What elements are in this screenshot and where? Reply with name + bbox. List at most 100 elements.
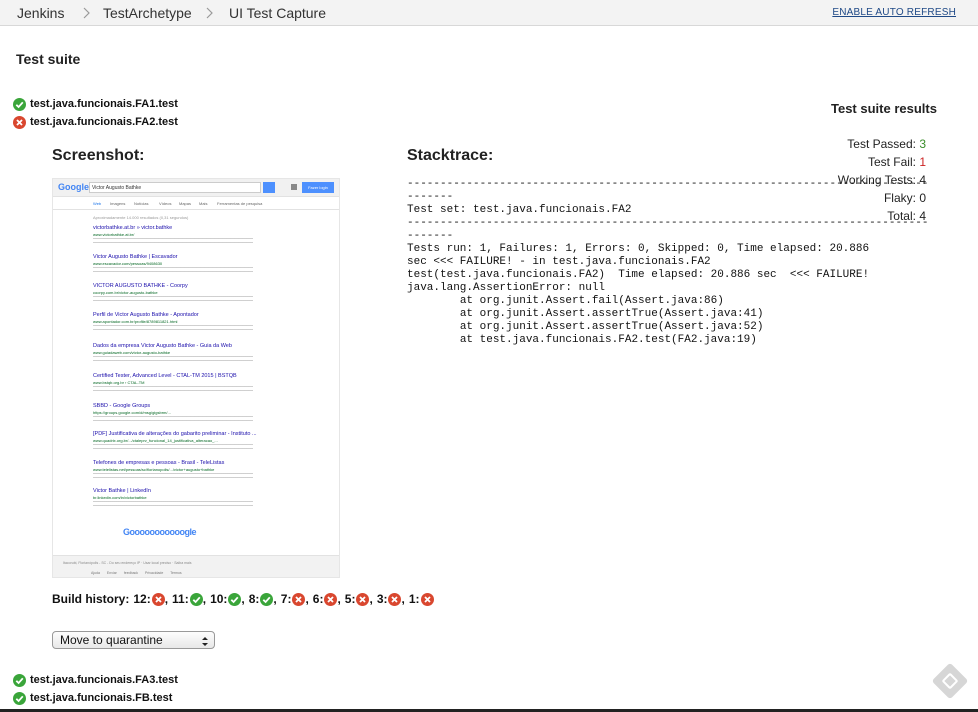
thumb-footer-links: Ajuda Enviar feedback Privacidade Termos	[91, 571, 182, 575]
test-row[interactable]: test.java.funcionais.FB.test	[13, 690, 172, 706]
thumb-result-url: www.escavador.com/pessoas/9408630	[93, 261, 163, 266]
stat-fail: Test Fail: 1	[868, 155, 926, 169]
thumb-result-url: www.victorbathke.at.br/	[93, 232, 135, 237]
test-row[interactable]: test.java.funcionais.FA1.test	[13, 96, 178, 112]
build-number: 10:	[210, 592, 228, 606]
thumb-result: Telefones de empresas e pessoas - Brasil…	[93, 460, 263, 481]
thumb-tab: Ferramentas de pesquisa	[217, 201, 263, 206]
breadcrumb-jenkins[interactable]: Jenkins	[17, 5, 64, 21]
build-history-item[interactable]: 5:	[345, 592, 370, 606]
thumb-pager: Gooooooooooogle	[123, 527, 196, 537]
x-circle-icon	[13, 115, 26, 129]
stat-label: Flaky:	[883, 191, 916, 205]
stat-passed: Test Passed: 3	[847, 137, 926, 151]
build-history-separator: ,	[241, 592, 245, 606]
thumb-result: Victor Augusto Bathke | Escavador www.es…	[93, 254, 263, 275]
x-circle-icon	[356, 592, 370, 606]
stat-label: Test Passed:	[847, 137, 916, 151]
build-number: 11:	[172, 592, 189, 606]
thumb-tab: Vídeos	[159, 201, 172, 206]
thumb-result-snippet	[93, 267, 253, 275]
breadcrumb-testarchetype[interactable]: TestArchetype	[103, 5, 192, 21]
build-history-separator: ,	[202, 592, 207, 606]
thumb-footer-location: Itacorubi, Florianópolis - SC - Do seu e…	[63, 561, 192, 565]
build-history-item[interactable]: 7:	[281, 592, 306, 606]
build-history: Build history: 12:, 11:, 10:, 8:, 7:, 6:, 5:, 3…	[52, 591, 434, 607]
enable-auto-refresh-link[interactable]: ENABLE AUTO REFRESH	[832, 7, 956, 18]
stat-value: 3	[919, 137, 926, 151]
build-history-separator: ,	[337, 592, 341, 606]
build-history-item[interactable]: 6:	[313, 592, 338, 606]
build-history-item[interactable]: 1:	[409, 592, 434, 606]
build-number: 1:	[408, 592, 420, 606]
build-number: 7:	[280, 592, 292, 606]
thumb-result-url: www.bstqb.org.br › CTAL-TM	[93, 380, 145, 385]
thumb-result-snippet	[93, 501, 253, 509]
thumb-result-snippet	[93, 356, 253, 364]
thumb-result-title: Dados da empresa Victor Augusto Bathke -…	[93, 343, 232, 349]
quarantine-select-value: Move to quarantine	[60, 633, 163, 647]
build-number: 6:	[312, 592, 324, 606]
test-name: test.java.funcionais.FB.test	[30, 692, 173, 704]
thumb-result-snippet	[93, 416, 253, 424]
thumb-result-title: Victor Augusto Bathke | Escavador	[93, 254, 178, 260]
screenshot-thumbnail[interactable]: Google Victor Augusto Bathke Fazer login…	[52, 178, 340, 578]
thumb-result: Victor Bathke | LinkedIn br.linkedin.com…	[93, 488, 263, 509]
thumb-result-snippet	[93, 386, 253, 394]
check-circle-icon	[13, 97, 26, 111]
test-name: test.java.funcionais.FA1.test	[30, 98, 178, 110]
build-history-item[interactable]: 10:	[210, 592, 242, 606]
thumb-result: Certified Tester, Advanced Level - CTAL-…	[93, 373, 263, 394]
stat-label: Test Fail:	[867, 155, 916, 169]
page-title: Test suite	[16, 51, 81, 67]
breadcrumb: Jenkins TestArchetype UI Test Capture EN…	[0, 0, 978, 26]
breadcrumb-ui-test-capture[interactable]: UI Test Capture	[229, 5, 326, 21]
thumb-result-url: https://groups.google.com/d/msg/gigsbrm/…	[93, 410, 171, 415]
build-history-item[interactable]: 11:	[172, 592, 203, 606]
build-history-item[interactable]: 8:	[249, 592, 274, 606]
thumb-tab: Notícias	[134, 201, 149, 206]
thumb-pager-text: Gooooooooooogle	[123, 527, 196, 537]
thumb-result-snippet	[93, 325, 253, 333]
test-row[interactable]: test.java.funcionais.FA2.test	[13, 114, 178, 130]
thumb-header: Google Victor Augusto Bathke Fazer login	[53, 179, 339, 197]
build-history-list: 12:, 11:, 10:, 8:, 7:, 6:, 5:, 3:, 1:	[133, 592, 434, 606]
thumb-result-url: www.telelistas.net/pessoas/sc/florianopo…	[93, 467, 215, 472]
build-history-separator: ,	[401, 592, 405, 606]
thumb-result-title: victorbathke.at.br » victor.bathke	[93, 225, 173, 231]
jenkins-corner-icon	[931, 662, 969, 700]
select-arrows-icon	[201, 635, 209, 651]
screenshot-heading: Screenshot:	[52, 147, 145, 164]
build-history-item[interactable]: 3:	[377, 592, 402, 606]
x-circle-icon	[388, 592, 402, 606]
apps-grid-icon	[291, 184, 297, 190]
build-history-item[interactable]: 12:	[133, 592, 165, 606]
thumb-result-url: www.guiadaweb.com/victor-augusto-bathke	[93, 350, 171, 355]
test-name: test.java.funcionais.FA2.test	[30, 116, 178, 128]
thumb-result-title: Certified Tester, Advanced Level - CTAL-…	[93, 373, 237, 379]
check-circle-icon	[189, 592, 203, 606]
x-circle-icon	[420, 592, 434, 606]
check-circle-icon	[13, 673, 26, 687]
stat-value: 0	[919, 191, 926, 205]
stat-value: 1	[919, 155, 926, 169]
check-circle-icon	[228, 592, 242, 606]
google-logo-text: Google	[58, 182, 89, 192]
test-name: test.java.funcionais.FA3.test	[30, 674, 178, 686]
thumb-result: victorbathke.at.br » victor.bathke www.v…	[93, 225, 263, 246]
stacktrace-text: ----------------------------------------…	[407, 178, 929, 346]
thumb-result-title: [PDF] Justificativa de alterações do gab…	[93, 431, 257, 437]
check-circle-icon	[260, 592, 274, 606]
test-row[interactable]: test.java.funcionais.FA3.test	[13, 672, 178, 688]
build-number: 5:	[344, 592, 356, 606]
thumb-result-snippet	[93, 238, 253, 246]
thumb-result-url: www.quadrix.org.br/.../ctaleprv_funciona…	[93, 438, 218, 443]
thumb-result-snippet	[93, 444, 253, 452]
thumb-result-url: br.linkedin.com/in/victorbathke	[93, 495, 147, 500]
build-history-separator: ,	[369, 592, 373, 606]
build-history-label: Build history:	[52, 592, 130, 606]
results-title: Test suite results	[831, 101, 937, 116]
quarantine-select[interactable]: Move to quarantine	[52, 631, 215, 649]
stat-flaky: Flaky: 0	[884, 191, 926, 205]
build-number: 12:	[133, 592, 151, 606]
